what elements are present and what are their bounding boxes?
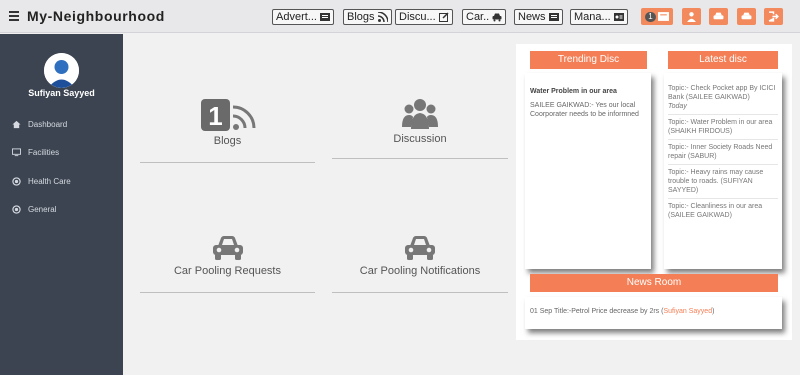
users-icon <box>402 99 438 129</box>
sidebar-item-facilities[interactable]: Facilities <box>12 148 59 157</box>
newspaper-icon <box>548 13 559 21</box>
sidebar-item-health-care[interactable]: Health Care <box>12 177 71 186</box>
sidebar: Sufiyan Sayyed Dashboard Facilities Heal… <box>0 34 123 375</box>
trending-discussion-card[interactable]: Water Problem in our area SAILEE GAIKWAD… <box>525 73 651 269</box>
tile-label: Blogs <box>213 135 242 147</box>
latest-topic-text: Topic:- Heavy rains may cause trouble to… <box>668 169 764 194</box>
sidebar-item-label: Facilities <box>28 148 60 157</box>
latest-topic-text: Topic:- Check Pocket app By ICICI Bank (… <box>668 85 776 101</box>
notification-count-badge: 1 <box>645 11 656 22</box>
tile-label: Car Pooling Notifications <box>359 265 481 277</box>
id-card-icon <box>613 13 624 21</box>
monitor-icon <box>12 148 21 157</box>
nav-button-label: Car.. <box>466 11 490 23</box>
notifications-button[interactable]: 1 <box>641 8 673 25</box>
sidebar-item-dashboard[interactable]: Dashboard <box>12 120 67 129</box>
nav-button-carpool[interactable]: Car.. <box>462 9 507 25</box>
nav-button-news[interactable]: News <box>514 9 563 25</box>
edit-icon <box>438 12 449 22</box>
circle-dot-icon <box>12 177 21 186</box>
trending-topic-body: SAILEE GAIKWAD:- Yes our local Coorporat… <box>530 102 639 118</box>
tile-divider <box>332 292 508 293</box>
tile-label: Car Pooling Requests <box>173 265 281 277</box>
car-notifications-button[interactable] <box>737 8 756 25</box>
car-icon <box>492 13 502 22</box>
nav-button-blogs[interactable]: Blogs <box>343 9 392 25</box>
car-icon <box>713 12 724 20</box>
tile-discussion[interactable]: Discussion <box>332 98 508 145</box>
tab-trending-discussions[interactable]: Trending Disc <box>530 51 647 69</box>
latest-topic-time: Today <box>668 103 687 110</box>
latest-topic-text: Topic:- Water Problem in our area (SHAIK… <box>668 119 773 135</box>
newspaper-icon <box>319 13 330 21</box>
sidebar-item-label: General <box>28 205 57 214</box>
tile-divider <box>332 158 508 159</box>
car-icon <box>212 236 243 260</box>
user-photo-icon <box>44 53 79 88</box>
list-item[interactable]: Topic:- Check Pocket app By ICICI Bank (… <box>668 81 778 115</box>
tile-divider <box>140 292 315 293</box>
car-requests-button[interactable] <box>709 8 728 25</box>
list-item[interactable]: Topic:- Heavy rains may cause trouble to… <box>668 165 778 199</box>
sidebar-item-general[interactable]: General <box>12 205 56 214</box>
latest-topic-text: Topic:- Cleanliness in our area (SAILEE … <box>668 203 763 219</box>
rss-icon <box>377 12 388 22</box>
latest-topic-text: Topic:- Inner Society Roads Need repair … <box>668 144 773 160</box>
blogs-count-badge: 1 <box>208 101 222 131</box>
circle-dot-icon <box>12 205 21 214</box>
nav-button-label: Advert... <box>276 11 317 23</box>
nav-button-label: Blogs <box>347 11 375 23</box>
tile-blogs[interactable]: 1 Blogs <box>140 98 315 147</box>
news-item[interactable]: 01 Sep Title:-Petrol Price decrease by 2… <box>530 308 777 315</box>
logout-button[interactable] <box>764 8 783 25</box>
latest-discussions-card: Topic:- Check Pocket app By ICICI Bank (… <box>664 73 782 269</box>
list-item[interactable]: Topic:- Inner Society Roads Need repair … <box>668 140 778 165</box>
nav-button-label: News <box>518 11 546 23</box>
home-icon <box>12 120 21 129</box>
news-item-text: 01 Sep Title:-Petrol Price decrease by 2… <box>530 308 664 315</box>
newspaper-icon <box>657 12 669 21</box>
tile-car-pooling-requests[interactable]: Car Pooling Requests <box>140 235 315 277</box>
list-item[interactable]: Topic:- Cleanliness in our area (SAILEE … <box>668 199 778 223</box>
groups-button[interactable] <box>682 8 701 25</box>
car-icon <box>741 12 752 20</box>
app-title: My-Neighbourhood <box>27 8 165 24</box>
avatar[interactable] <box>44 53 79 88</box>
sidebar-item-label: Health Care <box>28 177 71 186</box>
news-item-close: ) <box>712 308 715 315</box>
nav-button-discussion[interactable]: Discu... <box>395 9 453 25</box>
tile-divider <box>140 162 315 163</box>
nav-button-advertisements[interactable]: Advert... <box>272 9 334 25</box>
tile-car-pooling-notifications[interactable]: Car Pooling Notifications <box>332 235 508 277</box>
news-item-author-link[interactable]: Sufiyan Sayyed <box>663 308 712 315</box>
tab-latest-discussions[interactable]: Latest disc <box>668 51 778 69</box>
car-icon <box>405 236 435 260</box>
tab-news-room[interactable]: News Room <box>530 274 778 292</box>
users-icon <box>687 12 696 22</box>
list-item[interactable]: Topic:- Water Problem in our area (SHAIK… <box>668 115 778 140</box>
top-bar: My-Neighbourhood Advert... Blogs Discu..… <box>0 0 800 33</box>
user-name: Sufiyan Sayyed <box>28 88 95 98</box>
nav-button-manage[interactable]: Mana... <box>570 9 628 25</box>
nav-button-label: Discu... <box>399 11 436 23</box>
sign-out-icon <box>768 11 779 22</box>
news-room-card: 01 Sep Title:-Petrol Price decrease by 2… <box>525 297 782 329</box>
nav-button-label: Mana... <box>574 11 611 23</box>
tile-label: Discussion <box>393 133 447 145</box>
rss-icon: 1 <box>200 99 255 131</box>
hamburger-menu-icon[interactable] <box>9 11 19 21</box>
sidebar-item-label: Dashboard <box>28 120 68 129</box>
trending-topic-title: Water Problem in our area <box>530 88 617 95</box>
